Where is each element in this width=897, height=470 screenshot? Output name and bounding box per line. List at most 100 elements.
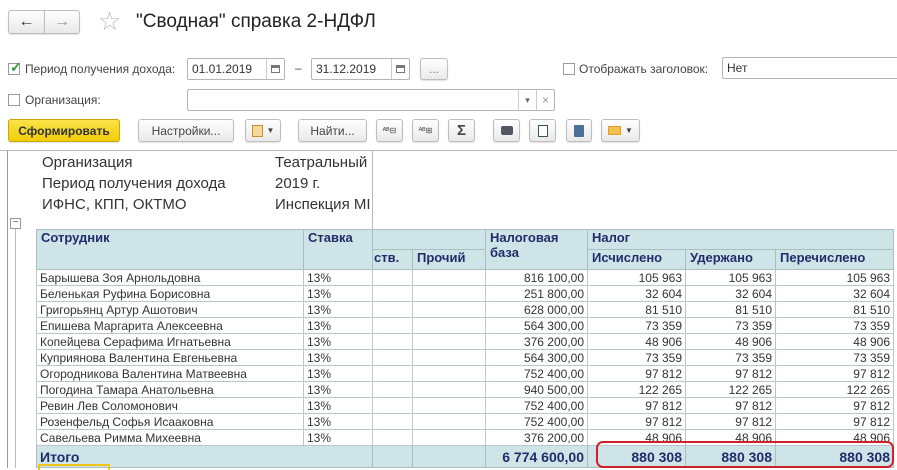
tax-transferred: 97 812	[775, 397, 894, 414]
empty-cell	[372, 397, 413, 414]
rate: 13%	[303, 429, 373, 446]
table-row[interactable]: Григорьянц Артур Ашотович 13% 628 000,00 81…	[36, 301, 894, 318]
tax-calculated: 97 812	[587, 365, 686, 382]
total-empty	[412, 445, 486, 468]
rate: 13%	[303, 413, 373, 430]
organization-input[interactable]: ▾ ×	[187, 89, 555, 111]
employee-name: Григорьянц Артур Ашотович	[36, 301, 304, 318]
back-button[interactable]: ←	[8, 10, 45, 34]
tax-withheld: 73 359	[685, 317, 776, 334]
rate: 13%	[303, 381, 373, 398]
employee-name: Копейцева Серафима Игнатьевна	[36, 333, 304, 350]
empty-cell	[412, 413, 486, 430]
generate-label: Сформировать	[18, 123, 110, 138]
empty-cell	[372, 381, 413, 398]
info-label-ifns: ИФНС, КПП, ОКТМО	[42, 196, 187, 213]
empty-cell	[412, 365, 486, 382]
tax-calculated: 73 359	[587, 317, 686, 334]
show-header-label: Отображать заголовок:	[579, 62, 709, 76]
period-to-input[interactable]: 31.12.2019	[311, 58, 410, 80]
expand-groups-icon: ᴬᴮ⊞	[418, 126, 433, 135]
info-value-organization: Театральный	[275, 154, 368, 171]
period-checkbox[interactable]: ✓	[8, 59, 22, 75]
table-row[interactable]: Епишева Маргарита Алексеевна 13% 564 300,0…	[36, 317, 894, 334]
calendar-icon[interactable]	[266, 59, 284, 79]
group-gutter-line	[15, 228, 16, 468]
collapse-groups-button[interactable]: ᴬᴮ⊟	[376, 119, 403, 142]
settings-label: Настройки...	[151, 123, 221, 138]
calendar-icon[interactable]	[391, 59, 409, 79]
generate-button[interactable]: Сформировать	[8, 119, 120, 142]
table-row[interactable]: Огородникова Валентина Матвеевна 13% 752 4…	[36, 365, 894, 382]
table-row[interactable]: Копейцева Серафима Игнатьевна 13% 376 200,…	[36, 333, 894, 350]
tax-base: 752 400,00	[485, 413, 588, 430]
employee-name: Епишева Маргарита Алексеевна	[36, 317, 304, 334]
employee-name: Огородникова Валентина Матвеевна	[36, 365, 304, 382]
find-button[interactable]: Найти...	[298, 119, 367, 142]
preview-button[interactable]	[529, 119, 556, 142]
tax-transferred: 32 604	[775, 285, 894, 302]
forward-button[interactable]: →	[44, 10, 80, 34]
table-row[interactable]: Розенфельд Софья Исааковна 13% 752 400,00 9…	[36, 413, 894, 430]
tax-calculated: 97 812	[587, 397, 686, 414]
table-row[interactable]: Погодина Тамара Анатольевна 13% 940 500,00…	[36, 381, 894, 398]
report-left-border	[7, 151, 8, 468]
table-row[interactable]: Барышева Зоя Арнольдовна 13% 816 100,00 105…	[36, 269, 894, 286]
empty-cell	[372, 349, 413, 366]
period-select-button[interactable]: ...	[420, 58, 448, 80]
sum-button[interactable]: Σ	[448, 119, 475, 142]
rate: 13%	[303, 285, 373, 302]
sum-icon: Σ	[456, 122, 466, 139]
send-email-button[interactable]: ▼	[601, 119, 640, 142]
empty-cell	[412, 285, 486, 302]
tax-transferred: 122 265	[775, 381, 894, 398]
tax-transferred: 81 510	[775, 301, 894, 318]
show-header-checkbox[interactable]	[563, 63, 575, 75]
header-employee: Сотрудник	[36, 229, 304, 270]
empty-cell	[412, 333, 486, 350]
back-arrow-icon: ←	[18, 13, 35, 30]
rate: 13%	[303, 397, 373, 414]
printer-icon	[500, 126, 513, 135]
tax-base: 628 000,00	[485, 301, 588, 318]
tax-withheld: 81 510	[685, 301, 776, 318]
show-header-input[interactable]: Нет	[722, 57, 897, 79]
organization-checkbox[interactable]	[8, 94, 20, 106]
variants-button[interactable]: ▼	[245, 119, 281, 142]
period-from-input[interactable]: 01.01.2019	[187, 58, 285, 80]
empty-cell	[412, 397, 486, 414]
table-row[interactable]: Куприянова Валентина Евгеньевна 13% 564 30…	[36, 349, 894, 366]
tax-transferred: 97 812	[775, 365, 894, 382]
empty-cell	[372, 317, 413, 334]
table-row[interactable]: Беленькая Руфина Борисовна 13% 251 800,00 3…	[36, 285, 894, 302]
total-empty	[372, 445, 413, 468]
employee-name: Беленькая Руфина Борисовна	[36, 285, 304, 302]
info-column-divider	[372, 151, 373, 229]
employee-name: Савельева Римма Михеевна	[36, 429, 304, 446]
period-from-value: 01.01.2019	[192, 62, 253, 76]
employee-name: Розенфельд Софья Исааковна	[36, 413, 304, 430]
table-row[interactable]: Ревин Лев Соломонович 13% 752 400,00 97 812…	[36, 397, 894, 414]
empty-cell	[372, 301, 413, 318]
expand-groups-button[interactable]: ᴬᴮ⊞	[412, 119, 439, 142]
empty-cell	[412, 381, 486, 398]
period-dash: –	[295, 61, 302, 75]
tax-withheld: 105 963	[685, 269, 776, 286]
tax-base: 564 300,00	[485, 317, 588, 334]
tax-withheld: 73 359	[685, 349, 776, 366]
tax-calculated: 97 812	[587, 413, 686, 430]
dropdown-icon[interactable]: ▾	[518, 90, 536, 110]
tax-withheld: 48 906	[685, 333, 776, 350]
tax-base: 251 800,00	[485, 285, 588, 302]
settings-button[interactable]: Настройки...	[138, 119, 234, 142]
print-button[interactable]	[493, 119, 520, 142]
organization-label: Организация:	[25, 93, 101, 107]
tax-calculated: 73 359	[587, 349, 686, 366]
favorite-star-icon[interactable]: ☆	[98, 6, 121, 37]
checkmark-icon: ✓	[10, 59, 22, 75]
save-button[interactable]	[566, 119, 592, 142]
collapse-group-icon[interactable]: −	[10, 218, 21, 229]
clear-icon[interactable]: ×	[536, 90, 554, 110]
tax-withheld: 97 812	[685, 397, 776, 414]
tax-calculated: 105 963	[587, 269, 686, 286]
